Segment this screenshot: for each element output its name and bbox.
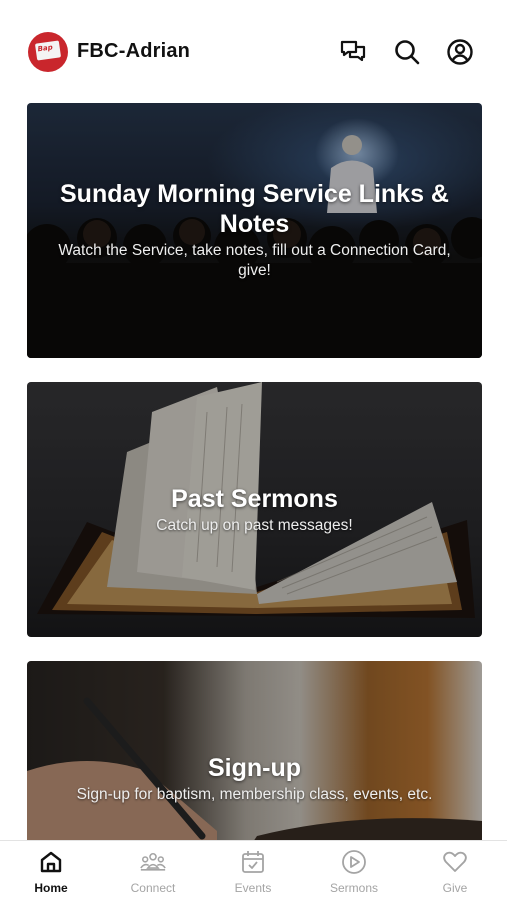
card-title: Sunday Morning Service Links & Notes: [60, 180, 449, 238]
church-logo: Bap: [28, 32, 68, 72]
image-overlay: [27, 661, 482, 840]
tab-give[interactable]: Give: [415, 849, 495, 895]
tab-label: Sermons: [329, 881, 379, 895]
tab-events[interactable]: Events: [213, 849, 293, 895]
tab-label: Give: [442, 881, 468, 895]
tab-label: Connect: [130, 881, 176, 895]
play-circle-icon: [342, 850, 366, 874]
chat-icon[interactable]: [339, 38, 367, 66]
people-icon: [140, 852, 166, 871]
card-subtitle: Sign-up for baptism, membership class, e…: [76, 786, 433, 803]
content-feed[interactable]: Sunday Morning Service Links & Notes Wat…: [0, 100, 507, 840]
bottom-tab-bar: Home Connect Events Sermons Give: [0, 840, 507, 900]
card-title: Sign-up: [207, 754, 302, 782]
account-icon[interactable]: [446, 38, 474, 66]
tab-sermons[interactable]: Sermons: [314, 849, 394, 895]
card-subtitle: Catch up on past messages!: [156, 517, 353, 534]
tab-label: Events: [234, 881, 272, 895]
app-header: Bap FBC-Adrian: [0, 0, 507, 100]
tab-connect[interactable]: Connect: [113, 849, 193, 895]
past-sermons-card[interactable]: Past Sermons Catch up on past messages!: [27, 382, 482, 637]
card-text: Sunday Morning Service Links & Notes Wat…: [27, 179, 482, 281]
card-subtitle: Watch the Service, take notes, fill out …: [58, 242, 451, 279]
signup-card[interactable]: Sign-up Sign-up for baptism, membership …: [27, 661, 482, 840]
card-title: Past Sermons: [171, 485, 338, 513]
service-links-card[interactable]: Sunday Morning Service Links & Notes Wat…: [27, 103, 482, 358]
logo-text: Bap: [37, 43, 54, 54]
home-icon: [40, 851, 62, 873]
calendar-check-icon: [242, 851, 264, 873]
tab-label: Home: [34, 881, 68, 895]
card-text: Past Sermons Catch up on past messages!: [27, 484, 482, 536]
card-text: Sign-up Sign-up for baptism, membership …: [27, 753, 482, 805]
logo-card: Bap: [34, 40, 62, 61]
search-icon[interactable]: [393, 38, 421, 66]
tab-home[interactable]: Home: [11, 849, 91, 895]
heart-icon: [443, 851, 467, 872]
app-title: FBC-Adrian: [77, 40, 191, 62]
